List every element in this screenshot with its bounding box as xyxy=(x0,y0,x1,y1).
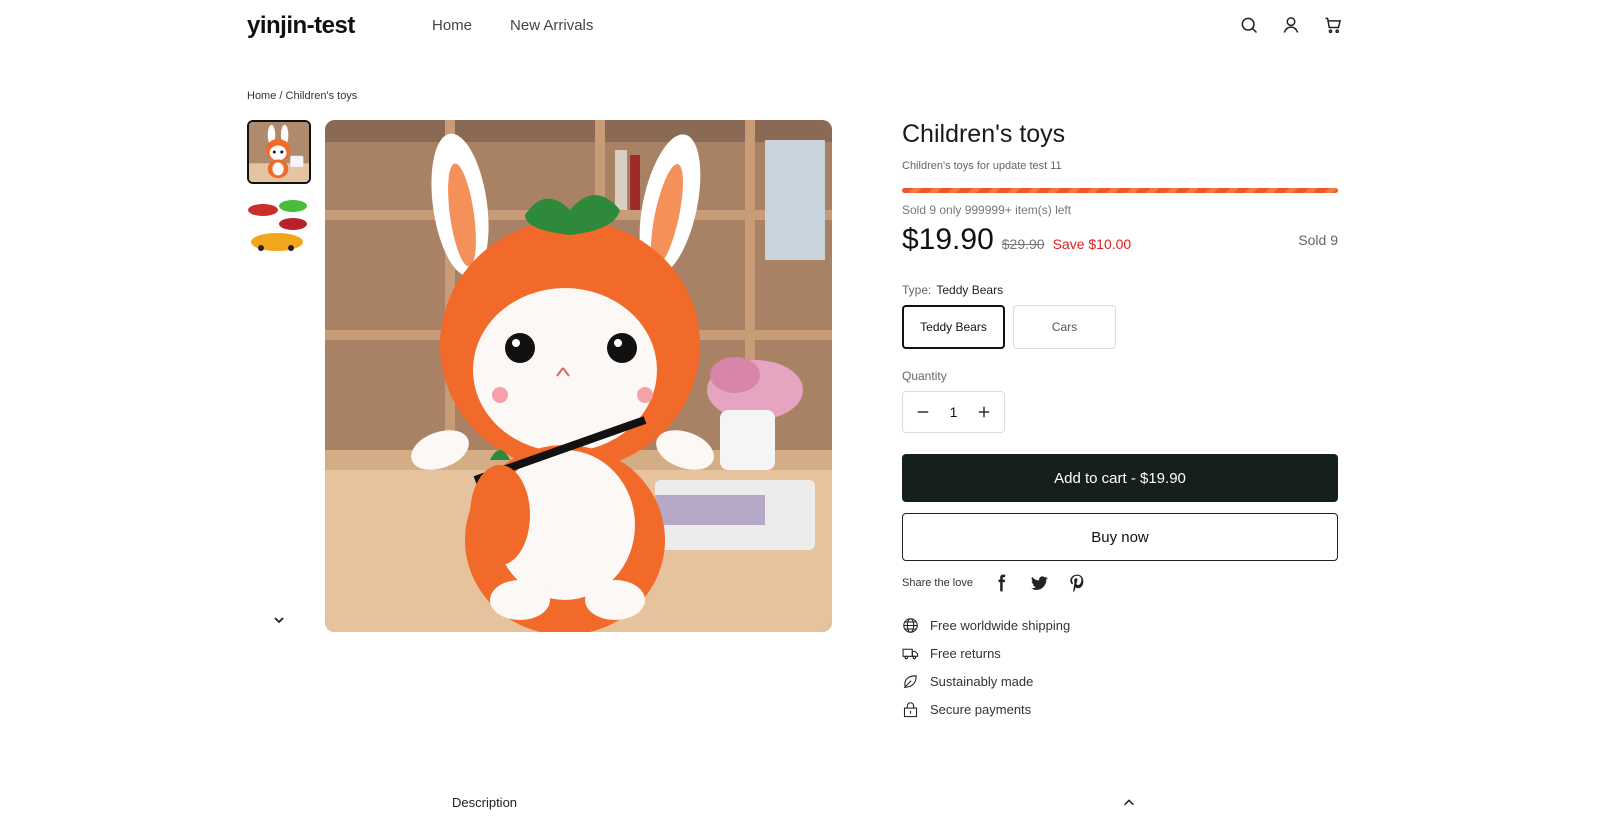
leaf-icon xyxy=(903,674,917,688)
stock-text: Sold 9 only 999999+ item(s) left xyxy=(902,203,1072,217)
site-header: yinjin-test Home New Arrivals xyxy=(0,0,1600,52)
quantity-label: Quantity xyxy=(902,369,947,383)
nav-new-arrivals[interactable]: New Arrivals xyxy=(510,17,593,34)
feature-list: Free worldwide shipping Free returns Sus… xyxy=(902,611,1338,723)
thumbnail-cars[interactable] xyxy=(247,194,311,258)
feature-sustainable: Sustainably made xyxy=(902,667,1338,695)
variant-options: Teddy Bears Cars xyxy=(902,305,1338,349)
buy-now-button[interactable]: Buy now xyxy=(902,513,1338,561)
type-selected-value: Teddy Bears xyxy=(936,283,1004,297)
product-subtitle: Children's toys for update test 11 xyxy=(902,160,1062,172)
description-accordion[interactable]: Description xyxy=(452,795,1136,810)
description-label: Description xyxy=(452,795,518,810)
store-logo[interactable]: yinjin-test xyxy=(247,12,355,40)
variant-type-label: Type: Teddy Bears xyxy=(902,283,1338,297)
add-to-cart-button[interactable]: Add to cart - $19.90 xyxy=(902,454,1338,502)
social-links xyxy=(991,573,1087,593)
search-icon[interactable] xyxy=(1238,14,1259,35)
pinterest-icon[interactable] xyxy=(1067,573,1087,593)
minus-icon[interactable] xyxy=(915,404,931,420)
quantity-value[interactable]: 1 xyxy=(950,404,958,420)
cart-icon[interactable] xyxy=(1322,14,1343,35)
facebook-icon[interactable] xyxy=(991,573,1011,593)
account-icon[interactable] xyxy=(1280,14,1301,35)
thumbnail-gallery xyxy=(247,120,311,635)
share-row: Share the love xyxy=(902,571,1338,595)
price-row: $19.90 $29.90 Save $10.00 Sold 9 xyxy=(902,223,1338,259)
save-badge: Save $10.00 xyxy=(1052,236,1132,252)
header-actions xyxy=(1238,14,1343,35)
share-label: Share the love xyxy=(902,577,973,589)
lock-icon xyxy=(903,701,918,717)
feature-shipping-text: Free worldwide shipping xyxy=(930,617,1071,633)
compare-price: $29.90 xyxy=(1001,236,1045,252)
breadcrumb[interactable]: Home / Children's toys xyxy=(247,90,357,102)
product-title: Children's toys xyxy=(902,120,1066,148)
feature-returns-text: Free returns xyxy=(930,645,1001,661)
feature-returns: Free returns xyxy=(902,639,1338,667)
feature-secure: Secure payments xyxy=(902,695,1338,723)
feature-sustainable-text: Sustainably made xyxy=(930,673,1034,689)
product-price: $19.90 xyxy=(902,223,994,256)
twitter-icon[interactable] xyxy=(1029,573,1049,593)
sold-count: Sold 9 xyxy=(1298,232,1338,248)
thumbnail-bunny[interactable] xyxy=(247,120,311,184)
feature-secure-text: Secure payments xyxy=(930,701,1032,717)
truck-icon xyxy=(902,648,919,659)
globe-icon xyxy=(903,617,918,633)
plus-icon[interactable] xyxy=(976,404,992,420)
stock-progress-bar xyxy=(902,188,1338,193)
chevron-up-icon[interactable] xyxy=(1122,796,1136,810)
type-label-text: Type: xyxy=(902,283,932,297)
variant-cars[interactable]: Cars xyxy=(1013,305,1116,349)
main-nav: Home New Arrivals xyxy=(432,17,593,34)
product-main-image[interactable] xyxy=(325,120,832,632)
variant-teddy-bears[interactable]: Teddy Bears xyxy=(902,305,1005,349)
feature-shipping: Free worldwide shipping xyxy=(902,611,1338,639)
chevron-down-icon[interactable] xyxy=(271,612,287,628)
quantity-stepper: 1 xyxy=(902,391,1005,433)
nav-home[interactable]: Home xyxy=(432,17,472,34)
product-info: Children's toys Children's toys for upda… xyxy=(902,120,1338,723)
